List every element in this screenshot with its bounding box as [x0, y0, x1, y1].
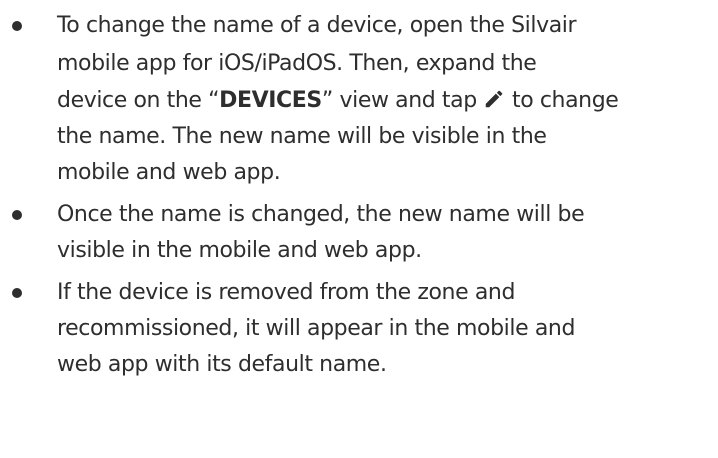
list-item: To change the name of a device, open the…: [0, 0, 718, 191]
devices-view-name: DEVICES: [219, 88, 322, 113]
text-line: web app with its default name.: [57, 352, 387, 377]
bullet-marker: [12, 210, 22, 220]
text-line: If the device is removed from the zone a…: [57, 280, 516, 305]
list-item: Once the name is changed, the new name w…: [0, 191, 718, 269]
text-fragment: ” view and tap: [321, 88, 484, 113]
text-fragment: device on the “: [57, 88, 220, 113]
bullet-marker: [12, 288, 22, 298]
text-fragment: to change: [505, 88, 619, 113]
bullet-marker: [12, 21, 22, 31]
text-line: mobile and web app.: [57, 160, 281, 185]
text-line: Once the name is changed, the new name w…: [57, 202, 585, 227]
document-body: To change the name of a device, open the…: [0, 0, 718, 458]
text-line-with-icon: device on the “DEVICES” view and tap to …: [57, 83, 718, 119]
text-line: To change the name of a device, open the…: [57, 13, 577, 38]
text-line: the name. The new name will be visible i…: [57, 124, 547, 149]
bullet-list: To change the name of a device, open the…: [0, 0, 718, 383]
pencil-icon: [483, 86, 505, 108]
text-line: visible in the mobile and web app.: [57, 238, 422, 263]
text-line: mobile app for iOS/iPadOS. Then, expand …: [57, 51, 537, 76]
list-item: If the device is removed from the zone a…: [0, 269, 718, 383]
text-line: recommissioned, it will appear in the mo…: [57, 316, 576, 341]
